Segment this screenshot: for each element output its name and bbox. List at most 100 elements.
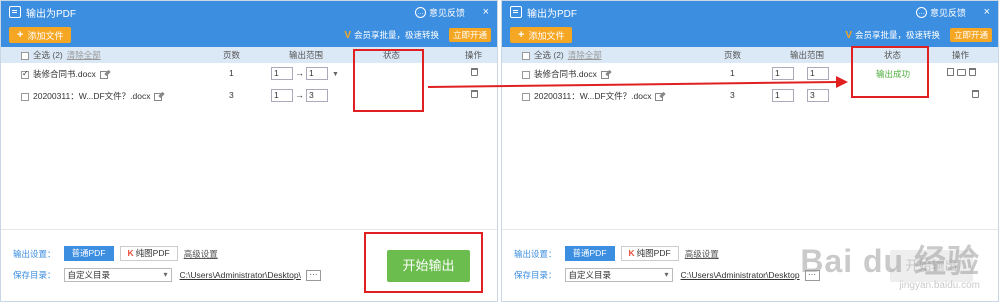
normal-pdf-button[interactable]: 普通PDF xyxy=(63,246,114,261)
save-dir-label: 保存目录： xyxy=(514,270,557,280)
save-dir-select[interactable]: 自定义目录 xyxy=(564,268,673,282)
col-actions: 操作 xyxy=(465,50,483,60)
row-checkbox[interactable] xyxy=(21,69,29,79)
image-pdf-label: 纯图PDF xyxy=(636,248,671,258)
output-footer: 输出设置： 普通PDF K纯图PDF 高级设置 保存目录： 自定义目录 C:\U… xyxy=(1,229,497,301)
title-bar: 输出为PDF … 意见反馈 × xyxy=(1,1,497,23)
row-checkbox[interactable] xyxy=(21,92,29,101)
add-files-button[interactable]: + 添加文件 xyxy=(9,27,72,43)
add-files-button[interactable]: + 添加文件 xyxy=(510,27,573,43)
pdf-icon: K xyxy=(628,248,635,258)
clear-all-link[interactable]: 清除全部 xyxy=(568,50,602,60)
image-pdf-button[interactable]: K 纯图PDF xyxy=(620,246,679,261)
file-name: 20200311：W...DF文件？.docx xyxy=(534,91,652,101)
col-pages: 页数 xyxy=(724,50,742,60)
file-name: 装修合同书.docx xyxy=(33,69,96,79)
close-icon[interactable]: × xyxy=(483,6,489,18)
open-file-icon[interactable] xyxy=(947,68,954,76)
add-files-label: 添加文件 xyxy=(27,30,64,41)
page-count: 1 xyxy=(730,68,735,78)
save-dir-select[interactable]: 自定义目录 xyxy=(63,268,172,282)
range-to-input[interactable]: 1 xyxy=(306,67,328,80)
trash-icon[interactable] xyxy=(972,90,979,98)
page-count: 1 xyxy=(229,68,234,78)
edit-icon[interactable] xyxy=(154,92,163,101)
select-all-checkbox[interactable] xyxy=(522,51,530,60)
trash-icon[interactable] xyxy=(969,68,976,76)
file-name-cell: 装修合同书.docx xyxy=(21,68,108,80)
edit-icon[interactable] xyxy=(99,70,108,79)
arrow-right-icon: → xyxy=(295,67,304,78)
chat-bubble-icon: … xyxy=(414,6,426,18)
open-folder-icon[interactable] xyxy=(957,69,966,76)
range-cell: 1→3 xyxy=(772,89,829,102)
col-pages: 页数 xyxy=(223,50,241,60)
close-icon[interactable]: × xyxy=(984,6,990,18)
output-settings-label: 输出设置： xyxy=(13,248,56,259)
pdf-icon: K xyxy=(127,248,134,258)
range-from-input[interactable]: 1 xyxy=(271,89,293,102)
col-status: 状态 xyxy=(383,50,401,60)
range-from-input[interactable]: 1 xyxy=(772,89,794,102)
pdf-app-icon xyxy=(510,6,522,18)
file-name: 20200311：W...DF文件？.docx xyxy=(33,91,151,101)
advanced-settings-link[interactable]: 高级设置 xyxy=(184,248,218,260)
row-checkbox[interactable] xyxy=(522,92,530,101)
save-dir-row: 保存目录： 自定义目录 C:\Users\Administrator\Deskt… xyxy=(514,268,820,282)
save-path: C:\Users\Administrator\Desktop xyxy=(680,270,800,280)
range-from-input[interactable]: 1 xyxy=(772,67,794,80)
range-from-input[interactable]: 1 xyxy=(271,67,293,80)
action-cell xyxy=(947,68,976,78)
save-dir-row: 保存目录： 自定义目录 C:\Users\Administrator\Deskt… xyxy=(13,268,321,282)
activate-vip-button[interactable]: 立即开通 xyxy=(949,28,992,42)
browse-button[interactable]: ··· xyxy=(305,269,321,281)
select-all[interactable]: 全选 (2) 清除全部 xyxy=(21,49,101,61)
export-pdf-window-before: 输出为PDF … 意见反馈 × + 添加文件 V 会员享批量，极速转换 立即开通… xyxy=(0,0,498,302)
range-to-input[interactable]: 3 xyxy=(306,89,328,102)
col-status: 状态 xyxy=(884,50,902,60)
trash-icon[interactable] xyxy=(471,68,478,76)
edit-icon[interactable] xyxy=(655,92,664,101)
file-row[interactable]: 20200311：W...DF文件？.docx 3 1→3 xyxy=(1,85,497,107)
activate-vip-button[interactable]: 立即开通 xyxy=(448,28,491,42)
output-settings-label: 输出设置： xyxy=(514,248,557,259)
col-range: 输出范围 xyxy=(790,50,825,60)
vip-promo-text: 会员享批量，极速转换 xyxy=(353,30,439,40)
row-checkbox[interactable] xyxy=(522,70,530,79)
arrow-right-icon: → xyxy=(295,89,304,100)
col-actions: 操作 xyxy=(952,50,970,60)
feedback-link[interactable]: … 意见反馈 xyxy=(414,6,465,19)
vip-promo: V 会员享批量，极速转换 xyxy=(845,29,940,41)
normal-pdf-button[interactable]: 普通PDF xyxy=(564,246,615,261)
trash-icon[interactable] xyxy=(471,90,478,98)
output-settings-row: 输出设置： 普通PDF K 纯图PDF 高级设置 xyxy=(13,246,218,261)
status-success: 输出成功 xyxy=(876,69,911,79)
select-all-checkbox[interactable] xyxy=(21,51,29,60)
chat-bubble-icon: … xyxy=(915,6,927,18)
delete-cell xyxy=(972,90,979,100)
page-count: 3 xyxy=(730,90,735,100)
range-to-input[interactable]: 3 xyxy=(807,89,829,102)
select-all[interactable]: 全选 (2) 清除全部 xyxy=(522,49,602,61)
window-title: 输出为PDF xyxy=(527,8,577,20)
chevron-down-icon[interactable]: ▼ xyxy=(332,71,339,78)
save-path: C:\Users\Administrator\Desktop\ xyxy=(179,270,301,280)
page-count: 3 xyxy=(229,90,234,100)
toolbar: + 添加文件 V 会员享批量，极速转换 立即开通 xyxy=(1,23,497,47)
plus-icon: + xyxy=(17,29,24,41)
file-name-cell: 装修合同书.docx xyxy=(522,68,609,80)
range-to-input[interactable]: 1 xyxy=(807,67,829,80)
start-export-button[interactable]: 开始输出 xyxy=(387,250,470,282)
file-table-header: 全选 (2) 清除全部 页数 输出范围 状态 操作 xyxy=(1,47,497,63)
file-row[interactable]: 装修合同书.docx 1 1→1▼ xyxy=(1,63,497,85)
image-pdf-button[interactable]: K 纯图PDF xyxy=(119,246,178,261)
file-name-cell: 20200311：W...DF文件？.docx xyxy=(21,90,163,102)
feedback-label: 意见反馈 xyxy=(929,7,966,18)
edit-icon[interactable] xyxy=(600,70,609,79)
baidu-watermark: Bai du 经验 jingyan.baidu.com xyxy=(800,236,980,291)
clear-all-link[interactable]: 清除全部 xyxy=(67,50,101,60)
feedback-link[interactable]: … 意见反馈 xyxy=(915,6,966,19)
range-cell: 1 → 1 ▼ xyxy=(271,67,339,80)
file-row[interactable]: 20200311：W...DF文件？.docx 3 1→3 xyxy=(502,85,998,107)
advanced-settings-link[interactable]: 高级设置 xyxy=(685,248,719,260)
